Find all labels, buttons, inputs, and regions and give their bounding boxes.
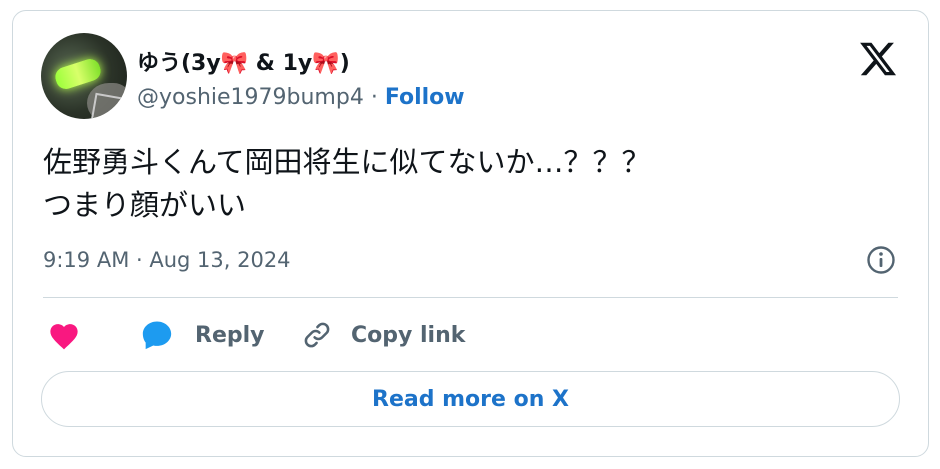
follow-link[interactable]: Follow bbox=[385, 85, 465, 110]
divider bbox=[43, 297, 898, 298]
read-more-label: Read more on X bbox=[372, 386, 569, 412]
info-icon[interactable] bbox=[866, 245, 896, 275]
x-logo-icon[interactable] bbox=[858, 39, 898, 79]
avatar-frame bbox=[90, 92, 124, 119]
author-handle-row: @yoshie1979bump4 · Follow bbox=[137, 85, 465, 110]
author-handle[interactable]: @yoshie1979bump4 bbox=[137, 85, 364, 110]
read-more-button[interactable]: Read more on X bbox=[41, 371, 900, 427]
author-name-suffix: ) bbox=[339, 51, 350, 76]
author-name-middle: & 1y bbox=[248, 51, 313, 76]
tweet-text-line-2: つまり顔がいい bbox=[43, 188, 247, 222]
copy-link-label: Copy link bbox=[351, 322, 466, 348]
avatar[interactable] bbox=[41, 33, 127, 119]
reply-label: Reply bbox=[195, 322, 265, 348]
heart-icon bbox=[50, 324, 78, 350]
tweet-embed-card: ゆう(3y🎀 & 1y🎀) @yoshie1979bump4 · Follow … bbox=[12, 10, 929, 457]
reply-bubble-icon bbox=[142, 321, 172, 350]
tweet-text-line-1: 佐野勇斗くんて岡田将生に似てないか…？？？ bbox=[43, 145, 651, 179]
reply-button[interactable]: Reply bbox=[139, 317, 265, 353]
author-name[interactable]: ゆう(3y🎀 & 1y🎀) bbox=[137, 45, 350, 77]
tweet-text: 佐野勇斗くんて岡田将生に似てないか…？？？ つまり顔がいい bbox=[43, 141, 651, 227]
bow-emoji-1: 🎀 bbox=[220, 51, 249, 76]
link-icon bbox=[304, 322, 330, 348]
bow-emoji-2: 🎀 bbox=[312, 51, 340, 76]
handle-separator: · bbox=[363, 85, 385, 110]
tweet-timestamp[interactable]: 9:19 AM · Aug 13, 2024 bbox=[43, 248, 291, 272]
copy-link-button[interactable]: Copy link bbox=[301, 317, 465, 353]
author-name-prefix: ゆう(3y bbox=[137, 51, 221, 76]
like-button[interactable] bbox=[47, 317, 81, 353]
